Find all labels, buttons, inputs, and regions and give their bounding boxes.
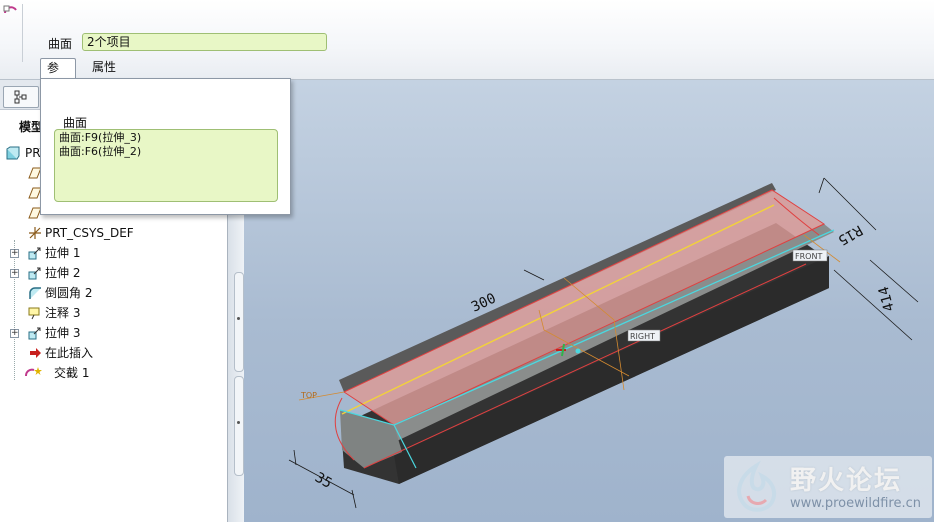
- extrude-icon: [28, 267, 41, 280]
- tree-item-label: 倒圆角 2: [45, 286, 93, 300]
- part-icon: [6, 146, 20, 160]
- dim-414[interactable]: 414: [876, 285, 898, 314]
- tree-item-extrude-1[interactable]: + 拉伸 1: [0, 243, 228, 263]
- tree-item-label: 注释 3: [45, 306, 81, 320]
- intersect-feature-icon: [3, 5, 17, 14]
- surface-label: 曲面: [48, 37, 73, 51]
- insert-arrow-icon: [30, 348, 41, 358]
- surface-collector-field[interactable]: 2个项目: [82, 33, 327, 51]
- datum-front-label: FRONT: [795, 252, 822, 261]
- model-tree-tab[interactable]: [3, 86, 39, 108]
- tree-item-csys[interactable]: PRT_CSYS_DEF: [0, 223, 228, 243]
- dim-r15[interactable]: R15: [835, 222, 865, 249]
- dim-35[interactable]: 35: [312, 470, 335, 492]
- intersect-icon: [25, 367, 42, 377]
- ref-list-item[interactable]: 曲面:F9(拉伸_3): [59, 131, 273, 145]
- datum-top-label: TOP: [300, 391, 317, 400]
- tree-item-label: 拉伸 2: [45, 266, 81, 280]
- tab-properties[interactable]: 属性: [86, 58, 122, 78]
- tab-references[interactable]: 参照: [40, 58, 76, 93]
- feature-dashboard: 曲面 2个项目 参照 属性: [0, 0, 934, 93]
- references-panel: 曲面 曲面:F9(拉伸_3) 曲面:F6(拉伸_2): [40, 78, 291, 215]
- round-icon: [29, 287, 41, 299]
- tree-item-extrude-2[interactable]: + 拉伸 2: [0, 263, 228, 283]
- tree-item-label: 拉伸 3: [45, 326, 81, 340]
- extrude-icon: [28, 247, 41, 260]
- expand-icon[interactable]: +: [10, 329, 19, 338]
- datum-right-label: RIGHT: [630, 332, 655, 341]
- expand-icon[interactable]: +: [10, 269, 19, 278]
- watermark-title: 野火论坛: [790, 466, 903, 496]
- dashboard-separator: [22, 4, 23, 62]
- splitter-grip[interactable]: [234, 272, 244, 372]
- flame-logo-icon: [737, 460, 777, 512]
- tree-item-label: 在此插入: [45, 346, 94, 360]
- ref-list-item[interactable]: 曲面:F6(拉伸_2): [59, 145, 273, 159]
- expand-icon[interactable]: +: [10, 249, 19, 258]
- tree-item-label: 拉伸 1: [45, 246, 81, 260]
- ref-surface-collector[interactable]: 曲面:F9(拉伸_3) 曲面:F6(拉伸_2): [54, 129, 278, 202]
- tree-item-insert-here[interactable]: 在此插入: [0, 343, 228, 363]
- tree-item-label: 交截 1: [54, 366, 90, 380]
- tree-icon: [14, 90, 27, 104]
- tree-item-note-3[interactable]: 注释 3: [0, 303, 228, 323]
- tree-item-label: PRT_CSYS_DEF: [45, 226, 134, 240]
- tree-item-intersect-1[interactable]: 交截 1: [0, 363, 228, 383]
- splitter-grip[interactable]: [234, 376, 244, 476]
- watermark: 野火论坛 www.proewildfire.cn: [724, 456, 932, 518]
- extrude-icon: [28, 327, 41, 340]
- note-icon: [28, 307, 40, 320]
- watermark-url: www.proewildfire.cn: [790, 496, 921, 511]
- csys-icon: [29, 227, 41, 239]
- tree-item-extrude-3[interactable]: + 拉伸 3: [0, 323, 228, 343]
- tree-item-round-2[interactable]: 倒圆角 2: [0, 283, 228, 303]
